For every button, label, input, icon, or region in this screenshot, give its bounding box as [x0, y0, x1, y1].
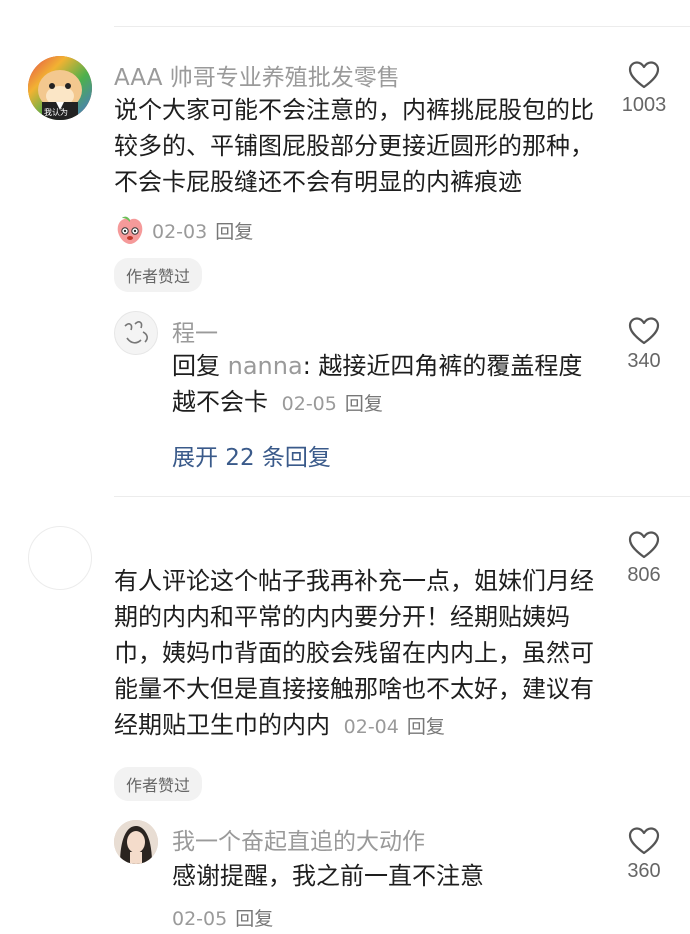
comment-text: 有人评论这个帖子我再补充一点，姐妹们月经期的内内和平常的内内要分开！经期贴姨妈巾… — [114, 563, 600, 745]
reply-button[interactable]: 回复 — [235, 908, 273, 930]
comment-content: 有人评论这个帖子我再补充一点，姐妹们月经期的内内和平常的内内要分开！经期贴姨妈巾… — [114, 567, 594, 739]
like-count: 360 — [627, 860, 661, 882]
reply-button[interactable]: 回复 — [215, 221, 253, 243]
avatar[interactable] — [114, 820, 158, 864]
reply-button[interactable]: 回复 — [407, 716, 445, 738]
reply-button[interactable]: 回复 — [345, 393, 383, 415]
reply-target-user[interactable]: nanna — [228, 352, 303, 380]
heart-icon — [628, 827, 660, 855]
peach-emoji-icon — [117, 216, 143, 244]
reply-date: 02-05 — [281, 393, 337, 415]
like-button[interactable]: 1003 — [604, 60, 684, 117]
reply-username[interactable]: 我一个奋起直追的大动作 — [172, 822, 425, 856]
like-count: 340 — [627, 350, 661, 372]
reply-prefix: 回复 — [172, 352, 220, 380]
comment-date: 02-03 — [152, 220, 208, 243]
like-count: 806 — [627, 564, 661, 586]
like-button[interactable]: 340 — [604, 316, 684, 373]
avatar[interactable] — [114, 311, 158, 355]
like-button[interactable]: 360 — [604, 826, 684, 883]
top-divider — [114, 26, 690, 27]
author-liked-badge: 作者赞过 — [114, 767, 203, 801]
like-count: 1003 — [621, 94, 667, 116]
comment-date: 02-04 — [343, 716, 399, 738]
reply-username[interactable]: 程一 — [172, 314, 218, 348]
heart-icon — [628, 61, 660, 89]
author-liked-badge: 作者赞过 — [114, 258, 203, 292]
comment-divider — [114, 496, 690, 497]
portrait-avatar-icon — [114, 820, 158, 864]
avatar[interactable]: 我认为 — [28, 56, 92, 120]
reply-date: 02-05 — [172, 908, 228, 930]
heart-icon — [628, 317, 660, 345]
like-button[interactable]: 806 — [604, 530, 684, 587]
avatar[interactable] — [28, 526, 92, 590]
comment-text: 说个大家可能不会注意的，内裤挑屁股包的比较多的、平铺图屁股部分更接近圆形的那种，… — [114, 96, 594, 196]
comment-username[interactable]: AAA 帅哥专业养殖批发零售 — [114, 58, 400, 92]
expand-replies-link[interactable]: 展开 22 条回复 — [172, 438, 331, 472]
reply-meta: 02-05 回复 — [172, 904, 273, 931]
comment-meta: 02-03 回复 — [114, 214, 253, 246]
reply-text: 回复 nanna: 越接近四角裤的覆盖程度越不会卡 02-05 回复 — [172, 348, 602, 422]
reply-text: 感谢提醒，我之前一直不注意 — [172, 862, 484, 890]
sketch-avatar-icon — [124, 321, 148, 344]
heart-icon — [628, 531, 660, 559]
avatar-caption: 我认为 — [44, 108, 68, 117]
